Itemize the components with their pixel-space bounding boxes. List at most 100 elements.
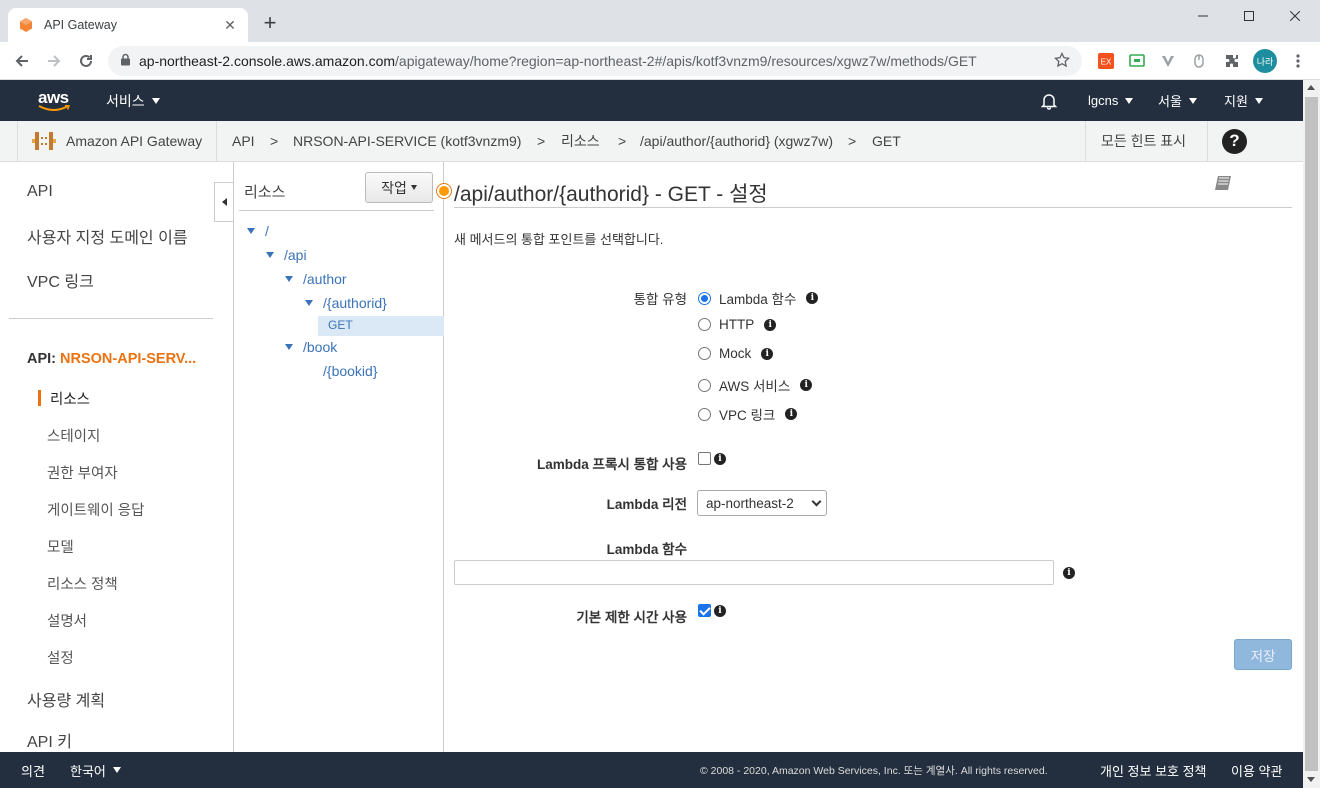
radio-aws-service[interactable]: AWS 서비스 i [698,375,813,395]
region-menu[interactable]: 서울 [1158,80,1197,121]
collapse-nav-button[interactable] [214,182,234,222]
extension-mouse-icon[interactable] [1189,51,1209,71]
page-scrollbar[interactable] [1303,80,1320,788]
help-label: ? [1222,128,1247,154]
extension-orange-icon[interactable]: EX [1096,51,1116,71]
nav-divider [9,318,213,319]
default-timeout-checkbox[interactable] [698,604,711,617]
address-bar[interactable]: ap-northeast-2.console.aws.amazon.com/ap… [108,46,1082,76]
url-text: ap-northeast-2.console.aws.amazon.com/ap… [139,53,1054,69]
new-tab-button[interactable]: + [258,12,282,36]
maximize-button[interactable] [1226,0,1272,32]
show-all-hints-button[interactable]: 모든 힌트 표시 [1101,121,1186,161]
url-host: ap-northeast-2.console.aws.amazon.com [139,53,396,69]
info-icon[interactable]: i [785,408,798,420]
info-icon[interactable]: i [761,347,774,360]
profile-avatar[interactable]: 나라 [1253,49,1277,73]
tree-node-bookid[interactable]: /{bookid} [323,363,378,379]
tree-node-api[interactable]: /api [266,247,307,263]
minimize-button[interactable] [1180,0,1226,32]
nav-item-usage-plans[interactable]: 사용량 계획 [27,687,105,711]
support-menu[interactable]: 지원 [1224,80,1263,121]
tree-node-label: /{authorid} [323,295,387,311]
radio-button[interactable] [698,378,711,392]
integration-type-label: 통합 유형 [633,292,687,307]
extension-green-icon[interactable] [1127,51,1147,71]
extension-v-icon[interactable] [1158,51,1178,71]
nav-sub-authorizers[interactable]: 권한 부여자 [47,462,118,483]
service-home-link[interactable]: Amazon API Gateway [32,121,202,161]
radio-button[interactable] [698,407,711,421]
browser-tab[interactable]: API Gateway ✕ [8,8,248,42]
documentation-book-icon[interactable] [1214,174,1234,195]
divider [216,121,217,161]
divider [1085,121,1086,161]
browser-menu-icon[interactable] [1288,51,1308,71]
radio-button[interactable] [698,347,711,360]
info-icon[interactable]: i [800,379,813,391]
nav-item-api[interactable]: API [27,183,53,201]
nav-sub-settings[interactable]: 설정 [47,647,74,668]
aws-logo[interactable]: aws [38,80,70,121]
nav-sub-resource-policy[interactable]: 리소스 정책 [47,573,118,594]
info-icon[interactable]: i [1063,567,1075,579]
scroll-down-arrow-icon[interactable] [1307,777,1315,782]
nav-sub-models[interactable]: 모델 [47,536,74,557]
tree-node-get-method[interactable]: GET [328,318,353,332]
breadcrumb-api[interactable]: API [232,121,255,161]
breadcrumb-resource-path[interactable]: /api/author/{authorid} (xgwz7w) [640,121,833,161]
info-icon[interactable]: i [806,292,819,304]
privacy-policy-link[interactable]: 개인 정보 보호 정책 [1100,752,1207,788]
scrollbar-thumb[interactable] [1305,97,1318,771]
bookmark-star-icon[interactable] [1053,51,1071,71]
nav-sub-stages[interactable]: 스테이지 [47,425,100,446]
breadcrumb-api-name[interactable]: NRSON-API-SERVICE (kotf3vnzm9) [293,121,521,161]
actions-button[interactable]: 작업 [365,172,433,203]
tree-node-root[interactable]: / [247,223,269,239]
copyright-text: © 2008 - 2020, Amazon Web Services, Inc.… [700,764,1048,777]
radio-button-checked[interactable] [698,291,711,305]
reload-icon[interactable] [74,49,98,73]
feedback-link[interactable]: 의견 [21,752,45,788]
radio-button[interactable] [698,318,711,331]
radio-lambda[interactable]: Lambda 함수 i [698,288,819,308]
extensions-puzzle-icon[interactable] [1222,51,1242,71]
help-icon[interactable]: ? [1222,121,1247,161]
info-icon[interactable]: i [764,318,777,331]
nav-sub-gateway-responses[interactable]: 게이트웨이 응답 [47,499,144,520]
radio-vpc-link[interactable]: VPC 링크 i [698,404,798,424]
back-arrow-icon[interactable] [10,49,34,73]
notifications-bell-icon[interactable] [1040,80,1058,121]
tree-node-author[interactable]: /author [285,271,347,287]
nav-api-heading[interactable]: API: NRSON-API-SERV... [27,351,196,367]
radio-http[interactable]: HTTP i [698,317,777,332]
scroll-up-arrow-icon[interactable] [1307,85,1315,90]
account-menu[interactable]: lgcns [1088,80,1134,121]
lambda-region-select[interactable]: ap-northeast-2 [697,490,827,516]
breadcrumb-separator: > [270,133,279,149]
proxy-integration-checkbox[interactable] [698,452,711,465]
info-icon[interactable]: i [714,453,726,465]
services-menu[interactable]: 서비스 [106,80,160,121]
tree-node-authorid[interactable]: /{authorid} [305,295,387,311]
title-divider [454,207,1292,208]
close-window-button[interactable] [1272,0,1318,32]
nav-item-api-keys[interactable]: API 키 [27,728,72,752]
info-icon[interactable]: i [714,605,726,617]
forward-arrow-icon[interactable] [42,49,66,73]
save-button[interactable]: 저장 [1234,639,1292,670]
tab-close-icon[interactable]: ✕ [222,17,238,33]
breadcrumb-resources[interactable]: 리소스 [561,121,600,161]
radio-mock[interactable]: Mock i [698,346,774,361]
region-value: ap-northeast-2 [706,495,794,511]
nav-item-vpc-link[interactable]: VPC 링크 [27,268,94,292]
nav-sub-documentation[interactable]: 설명서 [47,610,87,631]
terms-link[interactable]: 이용 약관 [1231,752,1282,788]
tree-node-book[interactable]: /book [285,339,337,355]
lambda-function-input[interactable] [454,560,1054,585]
nav-item-custom-domain[interactable]: 사용자 지정 도메인 이름 [27,224,188,248]
language-menu[interactable]: 한국어 [70,752,121,788]
chevron-down-icon [1188,97,1197,104]
expand-triangle-icon [285,344,293,350]
nav-sub-resources[interactable]: 리소스 [50,388,90,409]
